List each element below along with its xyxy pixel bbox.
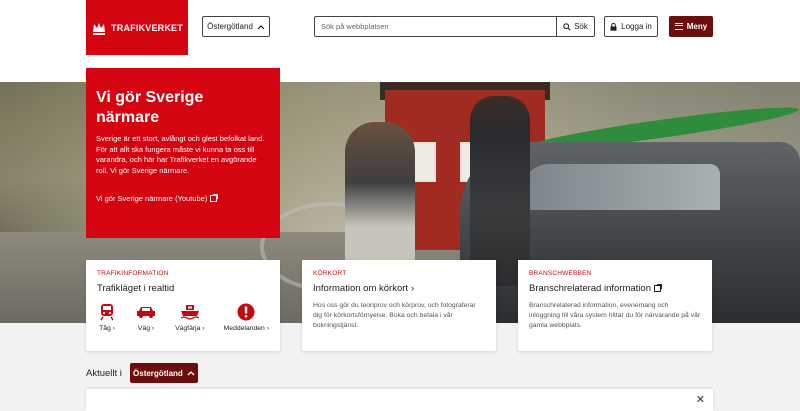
aktuellt-label: Aktuellt i <box>86 367 122 379</box>
train-icon <box>97 302 117 322</box>
traffic-links: Tåg › Väg › Vägfärja › Meddelanden › <box>97 302 269 332</box>
card-title-link[interactable]: Branschrelaterad information <box>529 283 701 294</box>
aktuellt-region-label: Östergötland <box>133 368 183 378</box>
card-title-link[interactable]: Information om körkort › <box>313 283 485 294</box>
hero-text: Sverige är ett stort, avlångt och glest … <box>96 134 265 175</box>
region-select-label: Östergötland <box>207 22 253 31</box>
hamburger-icon <box>674 23 683 30</box>
region-select[interactable]: Östergötland <box>202 16 270 37</box>
trafikverket-logo[interactable]: TRAFIKVERKET <box>86 0 188 55</box>
external-link-icon <box>653 284 662 292</box>
branschwebben-card[interactable]: BRANSCHWEBBEN Branschrelaterad informati… <box>518 260 712 351</box>
lock-icon <box>610 22 617 31</box>
logo-text: TRAFIKVERKET <box>111 22 183 33</box>
korkort-card[interactable]: KÖRKORT Information om körkort › Hos oss… <box>302 260 496 351</box>
traffic-link-road[interactable]: Väg › <box>136 302 156 332</box>
search-button-label: Sök <box>574 22 588 31</box>
traffic-link-train[interactable]: Tåg › <box>97 302 117 332</box>
hero-link-label: Vi gör Sverige närmare (Youtube) <box>96 194 208 203</box>
region-panel: ✕ <box>86 389 713 411</box>
traffic-link-label: Väg <box>137 325 151 332</box>
card-category: BRANSCHWEBBEN <box>529 270 592 277</box>
menu-button[interactable]: Meny <box>669 16 713 37</box>
card-text: Branschrelaterad information, evenemang … <box>529 302 701 329</box>
traffic-link-label: Meddelanden <box>223 325 265 332</box>
traffic-link-label: Tåg <box>99 325 111 332</box>
traffic-link-ferry[interactable]: Vägfärja › <box>175 302 205 332</box>
alert-icon <box>236 302 256 322</box>
traffic-info-card: TRAFIKINFORMATION Trafikläget i realtid … <box>86 260 280 351</box>
search-button[interactable]: Sök <box>556 17 594 36</box>
card-category: TRAFIKINFORMATION <box>97 270 169 277</box>
search-input[interactable] <box>315 17 556 36</box>
login-label: Logga in <box>621 22 652 31</box>
car-icon <box>136 302 156 322</box>
card-category: KÖRKORT <box>313 270 347 277</box>
search-bar: Sök <box>314 16 595 37</box>
card-title: Information om körkort <box>313 283 409 294</box>
card-title: Trafikläget i realtid <box>97 283 175 294</box>
chevron-right-icon: › <box>411 283 415 294</box>
login-button[interactable]: Logga in <box>604 16 658 37</box>
ferry-icon <box>180 302 200 322</box>
crown-icon <box>93 22 106 35</box>
traffic-link-label: Vägfärja <box>175 325 201 332</box>
close-icon[interactable]: ✕ <box>696 395 705 406</box>
hero-title: Vi gör Sverige närmare <box>96 89 204 126</box>
card-text: Hos oss gör du teoriprov och körprov, oc… <box>313 302 476 329</box>
chevron-up-icon <box>257 24 265 29</box>
aktuellt-region-button[interactable]: Östergötland <box>129 363 198 383</box>
aktuellt-section: Aktuellt i Östergötland <box>86 363 198 383</box>
traffic-link-messages[interactable]: Meddelanden › <box>224 302 269 332</box>
external-link-icon <box>210 194 219 202</box>
card-title: Branschrelaterad information <box>529 283 651 294</box>
menu-label: Meny <box>686 22 708 31</box>
hero-youtube-link[interactable]: Vi gör Sverige närmare (Youtube) <box>96 194 219 203</box>
search-icon <box>563 22 571 31</box>
hero-card: Vi gör Sverige närmare Sverige är ett st… <box>86 68 280 238</box>
chevron-up-icon <box>187 371 195 376</box>
